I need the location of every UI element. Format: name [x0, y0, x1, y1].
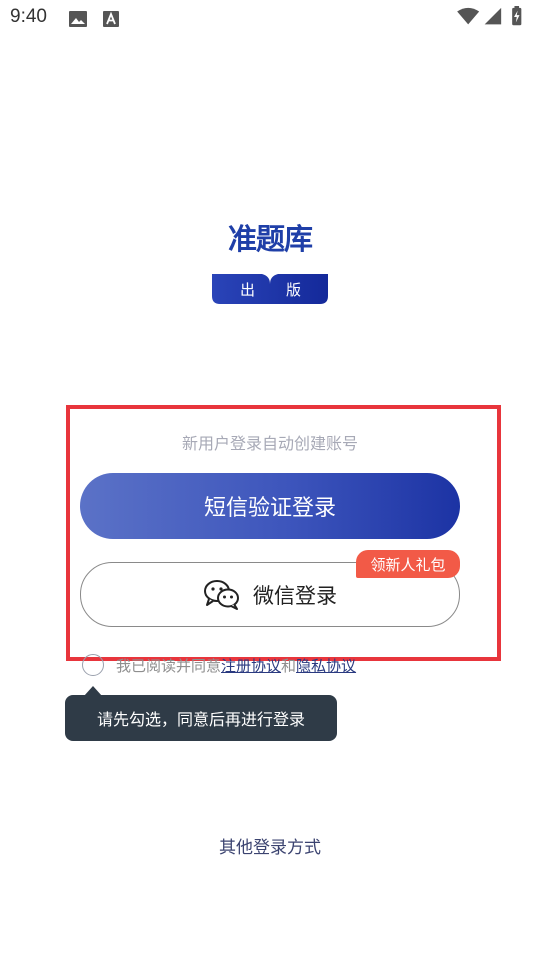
image-icon — [69, 11, 87, 27]
system-indicators — [457, 6, 522, 26]
wifi-icon — [457, 7, 480, 25]
agreement-tooltip: 请先勾选，同意后再进行登录 — [65, 686, 337, 741]
status-time: 9:40 — [10, 6, 47, 27]
signal-icon — [484, 7, 502, 25]
agreement-checkbox[interactable] — [82, 654, 104, 676]
sms-login-button[interactable]: 短信验证登录 — [80, 473, 460, 539]
gift-badge-text: 领新人礼包 — [370, 555, 446, 574]
app-logo: 准题库 — [218, 216, 322, 256]
book-ribbon-icon — [212, 274, 328, 304]
battery-charging-icon — [512, 6, 522, 26]
logo-text: 准题库 — [227, 222, 313, 256]
new-user-gift-badge: 领新人礼包 — [356, 550, 460, 578]
wechat-icon — [204, 579, 239, 610]
status-bar: 9:40 — [0, 0, 540, 36]
agreement-prefix: 我已阅读并同意 — [116, 657, 222, 675]
text-box-icon — [103, 11, 119, 27]
privacy-agreement-link[interactable]: 隐私协议 — [296, 657, 356, 675]
wechat-login-label: 微信登录 — [253, 583, 337, 608]
register-agreement-link[interactable]: 注册协议 — [221, 657, 281, 675]
badge-left-text: 出 — [240, 281, 256, 299]
tooltip-text: 请先勾选，同意后再进行登录 — [96, 710, 305, 729]
sms-login-label: 短信验证登录 — [203, 496, 336, 521]
agreement-text: 我已阅读并同意注册协议和隐私协议 — [116, 655, 356, 676]
other-login-methods-link[interactable]: 其他登录方式 — [0, 833, 540, 858]
new-user-hint: 新用户登录自动创建账号 — [181, 434, 358, 453]
badge-right-text: 版 — [286, 281, 302, 299]
agreement-and: 和 — [281, 657, 297, 675]
publisher-badge: 出 版 — [212, 274, 328, 304]
